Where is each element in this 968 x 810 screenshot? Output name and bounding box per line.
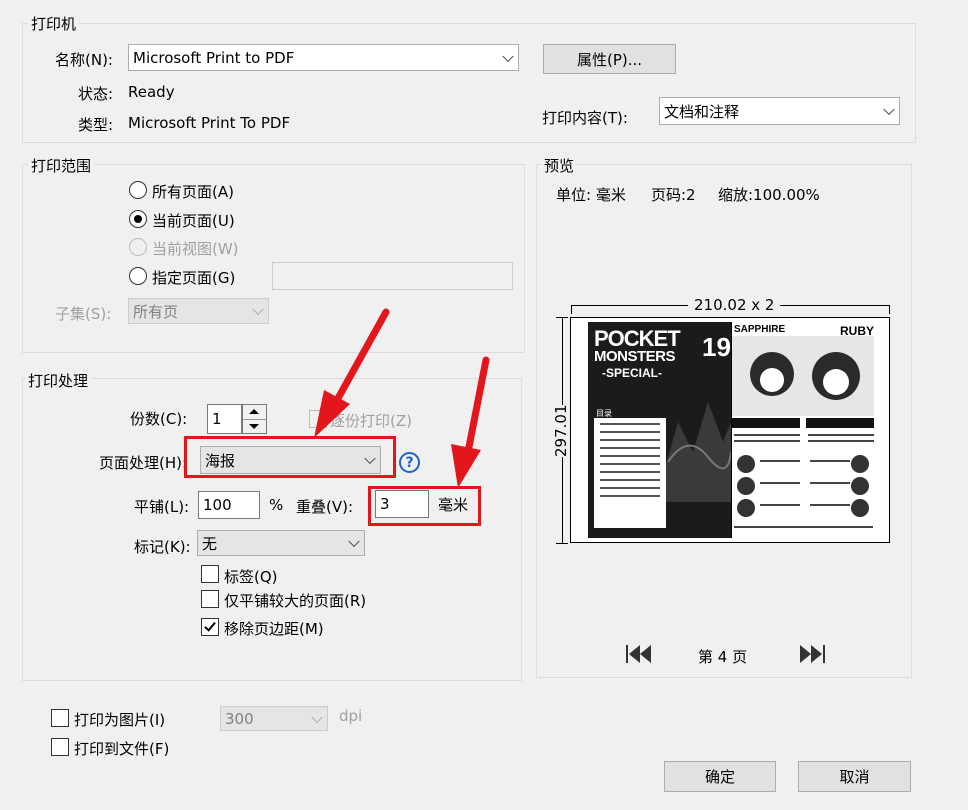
range-view-radio	[129, 238, 147, 256]
preview-unit: 单位: 毫米	[556, 186, 626, 204]
cancel-button[interactable]: 取消	[798, 761, 911, 792]
width-dimension-label: 210.02 x 2	[688, 296, 781, 314]
height-dimension-tick-top	[556, 317, 568, 318]
first-page-icon[interactable]	[626, 645, 652, 663]
marks-select[interactable]: 无	[197, 530, 365, 556]
marks-label: 标记(K):	[134, 538, 191, 556]
tile-unit: %	[269, 496, 284, 514]
right-page-art	[732, 336, 874, 528]
annotation-box-overlap	[368, 486, 481, 526]
preview-page-nav-label: 第 4 页	[698, 648, 748, 666]
preview-left-page: POCKET MONSTERS -SPECIAL- 19 目录	[588, 322, 731, 538]
tile-label: 平铺(L):	[134, 498, 190, 516]
overlap-label: 重叠(V):	[296, 498, 354, 516]
chevron-down-icon	[348, 535, 360, 548]
print-content-value: 文档和注释	[664, 102, 740, 121]
printer-status-value: Ready	[128, 83, 175, 101]
print-range-group	[22, 164, 525, 353]
toc-panel	[594, 418, 666, 528]
ok-button[interactable]: 确定	[664, 761, 776, 792]
height-dimension-tick-bottom	[556, 543, 568, 544]
chevron-down-icon	[311, 711, 323, 723]
copies-spinner[interactable]	[242, 404, 267, 434]
range-pages-radio[interactable]	[129, 267, 147, 285]
right-page-title-1: SAPPHIRE	[734, 324, 786, 335]
tile-large-pages-checkbox[interactable]	[201, 590, 219, 608]
print-range-legend: 打印范围	[28, 155, 95, 176]
print-as-image-label[interactable]: 打印为图片(I)	[74, 709, 165, 730]
height-dimension-label: 297.01	[552, 404, 570, 457]
subset-label: 子集(S):	[55, 305, 112, 323]
annotation-box-page-handling	[184, 436, 396, 478]
width-dimension-tick-left	[571, 305, 572, 314]
width-dimension-tick-right	[889, 305, 890, 314]
labels-checkbox[interactable]	[201, 565, 219, 583]
printer-type-value: Microsoft Print To PDF	[128, 114, 291, 132]
help-icon[interactable]: ?	[399, 452, 420, 473]
range-view-label: 当前视图(W)	[152, 240, 239, 258]
range-all-radio[interactable]	[129, 181, 147, 199]
copies-label: 份数(C):	[130, 410, 188, 428]
printer-group-legend: 打印机	[28, 13, 80, 34]
tile-large-pages-label[interactable]: 仅平铺较大的页面(R)	[224, 590, 366, 611]
range-pages-input[interactable]	[272, 262, 513, 290]
cover-title-2: MONSTERS	[594, 348, 676, 365]
printer-type-label: 类型:	[78, 116, 114, 134]
preview-zoom: 缩放:100.00%	[718, 186, 820, 204]
copies-input[interactable]: 1	[207, 404, 242, 434]
range-all-label[interactable]: 所有页面(A)	[152, 181, 234, 202]
cover-number: 19	[702, 332, 731, 362]
range-pages-label[interactable]: 指定页面(G)	[152, 267, 235, 288]
collate-label: 逐份打印(Z)	[330, 412, 412, 430]
spin-up-icon[interactable]	[249, 409, 259, 414]
chevron-down-icon	[502, 50, 514, 62]
page-handling-label: 页面处理(H):	[99, 454, 188, 472]
printer-status-label: 状态:	[78, 85, 114, 103]
labels-checkbox-label[interactable]: 标签(Q)	[224, 566, 278, 587]
preview-right-page: SAPPHIRE RUBY	[731, 322, 874, 538]
print-content-select[interactable]: 文档和注释	[659, 97, 900, 125]
last-page-icon[interactable]	[800, 645, 826, 663]
print-to-file-checkbox[interactable]	[51, 738, 69, 756]
properties-button[interactable]: 属性(P)...	[543, 44, 676, 74]
marks-value: 无	[202, 534, 218, 553]
subset-select: 所有页	[128, 298, 269, 324]
range-current-radio[interactable]	[129, 210, 147, 228]
printer-name-select[interactable]: Microsoft Print to PDF	[128, 44, 519, 71]
print-as-image-checkbox[interactable]	[51, 709, 69, 727]
print-to-file-label[interactable]: 打印到文件(F)	[74, 738, 169, 759]
remove-margins-checkbox[interactable]	[201, 618, 219, 636]
chevron-down-icon	[883, 103, 895, 116]
cover-title-3: -SPECIAL-	[602, 366, 662, 380]
range-current-label[interactable]: 当前页面(U)	[152, 210, 235, 231]
preview-legend: 预览	[541, 155, 578, 176]
preview-page-number: 页码:2	[651, 186, 696, 204]
spin-down-icon[interactable]	[249, 424, 259, 429]
printer-name-label: 名称(N):	[55, 51, 113, 69]
remove-margins-label[interactable]: 移除页边距(M)	[224, 618, 324, 639]
subset-value: 所有页	[133, 302, 179, 321]
radio-dot-icon	[134, 215, 142, 223]
collate-checkbox	[309, 410, 327, 428]
preview-page: POCKET MONSTERS -SPECIAL- 19 目录 SAPPHIRE…	[570, 317, 890, 543]
print-handling-legend: 打印处理	[25, 370, 92, 391]
dpi-select: 300	[220, 706, 328, 731]
dpi-value: 300	[225, 709, 254, 728]
printer-name-value: Microsoft Print to PDF	[133, 48, 295, 67]
dpi-unit: dpi	[339, 707, 363, 725]
print-content-label: 打印内容(T):	[542, 109, 628, 127]
checkmark-icon	[204, 619, 216, 632]
chevron-down-icon	[252, 303, 264, 316]
tile-input[interactable]: 100	[198, 491, 260, 519]
